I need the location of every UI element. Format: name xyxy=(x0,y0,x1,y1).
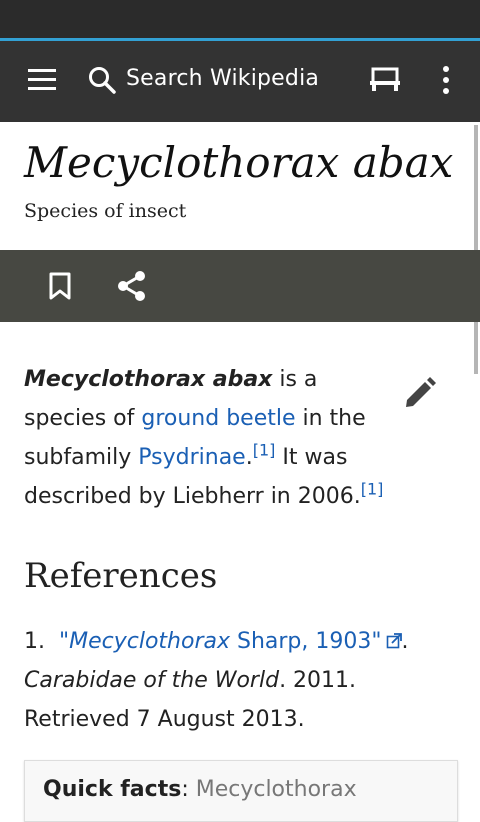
external-link-icon xyxy=(386,633,402,649)
intro-text: . xyxy=(245,445,253,470)
link-psydrinae[interactable]: Psydrinae xyxy=(138,445,245,470)
reference-link-text: Sharp, 1903 xyxy=(230,629,372,654)
reference-item: 1. "Mecyclothorax Sharp, 1903". Carabida… xyxy=(24,622,454,739)
quote-mark: " xyxy=(59,629,70,654)
citation-link[interactable]: [1] xyxy=(253,441,276,460)
app-toolbar: Search Wikipedia xyxy=(0,41,480,122)
reference-source: Carabidae of the World xyxy=(24,668,280,693)
page-description: Species of insect xyxy=(24,200,187,222)
reading-list-icon[interactable] xyxy=(369,67,401,93)
intro-bold-title: Mecyclothorax abax xyxy=(24,367,273,392)
reference-text: . xyxy=(401,629,409,654)
menu-icon[interactable] xyxy=(28,69,56,91)
quick-facts-label: Quick facts: Mecyclothorax xyxy=(43,777,357,802)
edit-pencil-icon[interactable] xyxy=(401,376,437,412)
quick-facts-box[interactable]: Quick facts: Mecyclothorax xyxy=(24,760,458,822)
reference-number: 1. xyxy=(24,629,45,654)
quote-mark: " xyxy=(371,629,382,654)
link-ground-beetle[interactable]: ground beetle xyxy=(141,406,295,431)
share-icon[interactable] xyxy=(116,270,148,302)
references-list: 1. "Mecyclothorax Sharp, 1903". Carabida… xyxy=(24,622,454,739)
references-heading: References xyxy=(24,556,218,596)
reference-link-italic: Mecyclothorax xyxy=(69,629,230,654)
scrollbar[interactable] xyxy=(474,125,478,255)
scrollbar-lower[interactable] xyxy=(474,322,478,374)
status-bar xyxy=(0,0,480,38)
citation-link[interactable]: [1] xyxy=(361,480,384,499)
quick-facts-title: Quick facts xyxy=(43,777,182,802)
more-options-icon[interactable] xyxy=(440,65,452,95)
article-header: Mecyclothorax abax Species of insect xyxy=(0,122,470,250)
quick-facts-value: Mecyclothorax xyxy=(195,777,357,802)
search-input[interactable]: Search Wikipedia xyxy=(126,66,319,91)
article-action-bar xyxy=(0,250,480,322)
search-icon[interactable] xyxy=(87,65,117,95)
page-title: Mecyclothorax abax xyxy=(24,138,454,187)
reference-link[interactable]: "Mecyclothorax Sharp, 1903" xyxy=(59,629,402,654)
bookmark-icon[interactable] xyxy=(46,271,74,301)
quick-facts-sep: : xyxy=(181,777,196,802)
article-intro: Mecyclothorax abax is a species of groun… xyxy=(24,360,384,516)
